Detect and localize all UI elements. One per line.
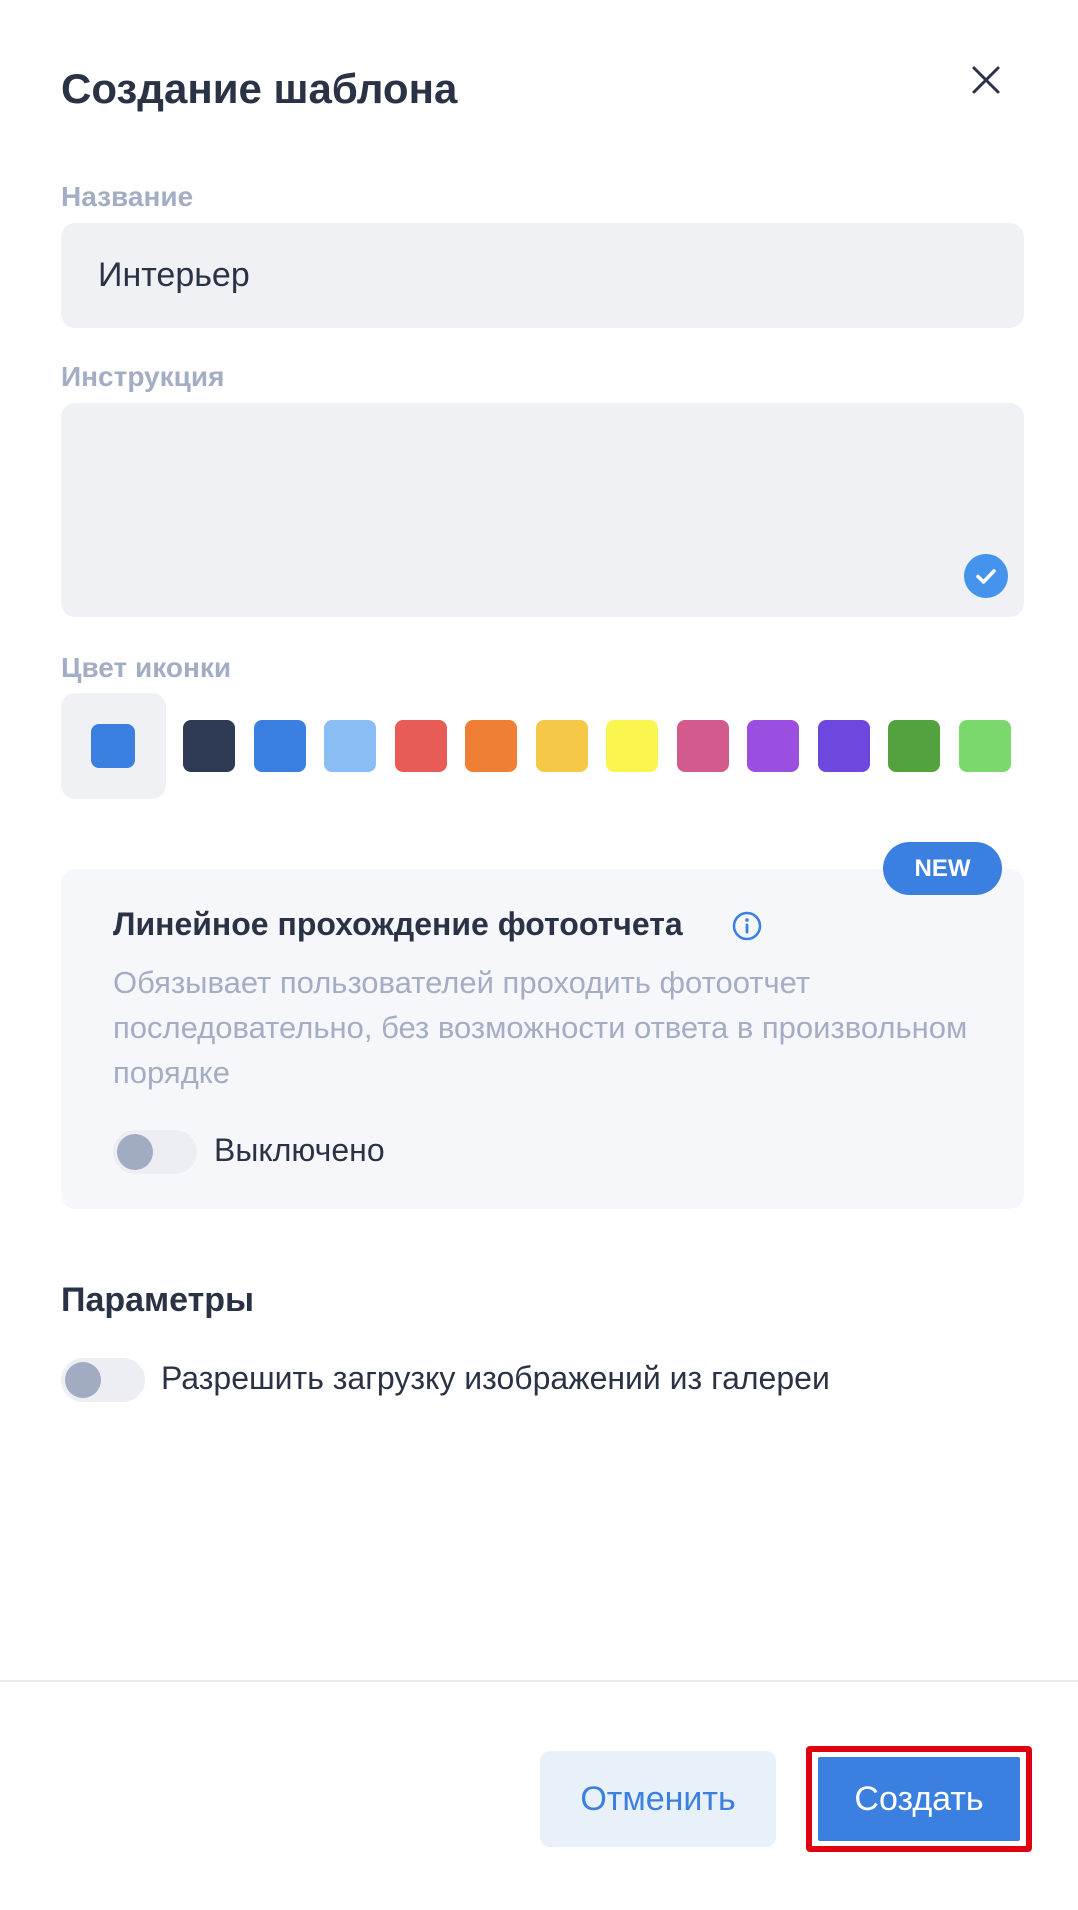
gallery-upload-label: Разрешить загрузку изображений из галере… [161, 1360, 830, 1396]
color-swatch[interactable] [183, 720, 235, 772]
color-swatch[interactable] [676, 720, 729, 772]
instruction-textarea[interactable] [61, 403, 1024, 617]
color-swatch[interactable] [888, 720, 940, 772]
color-swatch[interactable] [394, 720, 447, 772]
selected-color-preview[interactable] [61, 693, 166, 799]
color-swatch[interactable] [817, 720, 870, 772]
linear-photoreport-toggle[interactable] [113, 1130, 197, 1174]
params-title: Параметры [61, 1281, 255, 1319]
info-icon[interactable] [731, 910, 763, 942]
toggle-knob [65, 1362, 101, 1398]
color-swatch[interactable] [958, 720, 1011, 772]
check-icon [964, 554, 1008, 598]
selected-color-swatch [91, 724, 135, 768]
create-button[interactable]: Создать [818, 1757, 1020, 1841]
gallery-upload-toggle[interactable] [61, 1358, 145, 1402]
create-template-dialog: Создание шаблона Название Интерьер Инстр… [0, 0, 1078, 1910]
color-swatch[interactable] [747, 720, 799, 772]
color-swatch[interactable] [465, 720, 517, 772]
color-swatch[interactable] [253, 720, 306, 772]
icon-color-label: Цвет иконки [61, 652, 232, 683]
color-swatch[interactable] [324, 720, 376, 772]
footer-divider [0, 1680, 1078, 1682]
name-input[interactable]: Интерьер [61, 223, 1024, 328]
dialog-title: Создание шаблона [61, 65, 458, 112]
cancel-button[interactable]: Отменить [540, 1751, 776, 1847]
instruction-label: Инструкция [61, 361, 225, 392]
close-button[interactable] [968, 62, 1004, 98]
color-swatch[interactable] [606, 720, 658, 772]
linear-photoreport-toggle-label: Выключено [214, 1132, 385, 1168]
linear-photoreport-title: Линейное прохождение фотоотчета [113, 906, 683, 942]
name-input-value: Интерьер [98, 256, 250, 294]
toggle-knob [117, 1134, 153, 1170]
color-swatch[interactable] [535, 720, 588, 772]
name-label: Название [61, 181, 194, 212]
linear-photoreport-description: Обязывает пользователей проходить фотоот… [113, 965, 968, 1090]
close-icon [972, 66, 1000, 94]
new-badge: NEW [883, 842, 1002, 895]
